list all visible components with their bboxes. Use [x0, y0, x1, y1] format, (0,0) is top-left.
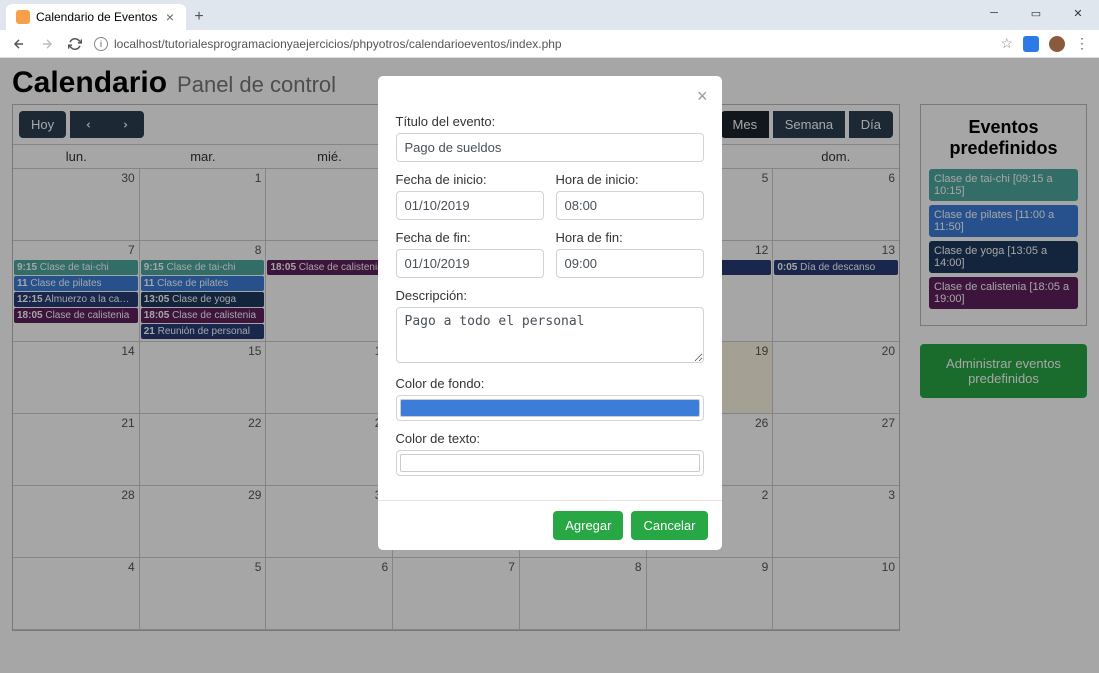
window-controls: ─ ▭ ✕ — [973, 0, 1099, 26]
url-text: localhost/tutorialesprogramacionyaejerci… — [114, 37, 562, 51]
browser-chrome: ─ ▭ ✕ Calendario de Eventos × + i localh… — [0, 0, 1099, 58]
favicon-icon — [16, 10, 30, 24]
new-tab-button[interactable]: + — [186, 4, 212, 30]
start-time-label: Hora de inicio: — [556, 172, 704, 187]
title-label: Título del evento: — [396, 114, 704, 129]
description-label: Descripción: — [396, 288, 704, 303]
extension-icon[interactable] — [1023, 36, 1039, 52]
textcolor-label: Color de texto: — [396, 431, 704, 446]
tab-title: Calendario de Eventos — [36, 10, 157, 24]
address-bar: i localhost/tutorialesprogramacionyaejer… — [0, 30, 1099, 58]
end-time-input[interactable] — [556, 249, 704, 278]
site-info-icon[interactable]: i — [94, 37, 108, 51]
modal-close-button[interactable]: × — [697, 86, 708, 107]
textcolor-swatch[interactable] — [400, 454, 700, 472]
modal-overlay[interactable]: × Título del evento: Fecha de inicio: Ho… — [0, 58, 1099, 673]
minimize-button[interactable]: ─ — [973, 0, 1015, 26]
add-button[interactable]: Agregar — [553, 511, 623, 540]
start-time-input[interactable] — [556, 191, 704, 220]
start-date-input[interactable] — [396, 191, 544, 220]
tab-close-icon[interactable]: × — [164, 9, 176, 25]
back-button[interactable] — [10, 35, 28, 53]
bgcolor-field-wrap — [396, 395, 704, 421]
end-date-input[interactable] — [396, 249, 544, 278]
title-input[interactable] — [396, 133, 704, 162]
reload-button[interactable] — [66, 35, 84, 53]
tab-bar: Calendario de Eventos × + — [0, 0, 1099, 30]
maximize-button[interactable]: ▭ — [1015, 0, 1057, 26]
bgcolor-label: Color de fondo: — [396, 376, 704, 391]
browser-tab[interactable]: Calendario de Eventos × — [6, 4, 186, 30]
bookmark-star-icon[interactable]: ☆ — [1000, 35, 1013, 52]
browser-menu-icon[interactable]: ⋮ — [1075, 35, 1089, 52]
textcolor-field-wrap — [396, 450, 704, 476]
end-date-label: Fecha de fin: — [396, 230, 544, 245]
cancel-button[interactable]: Cancelar — [631, 511, 707, 540]
close-window-button[interactable]: ✕ — [1057, 0, 1099, 26]
start-date-label: Fecha de inicio: — [396, 172, 544, 187]
description-textarea[interactable]: Pago a todo el personal — [396, 307, 704, 363]
modal-footer: Agregar Cancelar — [378, 500, 722, 550]
url-field[interactable]: i localhost/tutorialesprogramacionyaejer… — [94, 37, 990, 51]
event-modal: × Título del evento: Fecha de inicio: Ho… — [378, 76, 722, 550]
bgcolor-swatch[interactable] — [400, 399, 700, 417]
end-time-label: Hora de fin: — [556, 230, 704, 245]
profile-avatar-icon[interactable] — [1049, 36, 1065, 52]
forward-button[interactable] — [38, 35, 56, 53]
